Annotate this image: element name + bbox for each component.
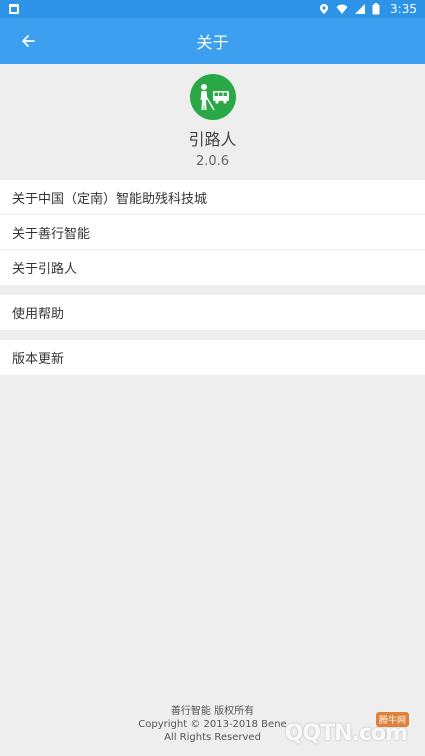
signal-icon: [354, 3, 366, 15]
blind-person-bus-icon: [200, 84, 229, 111]
about-city-item[interactable]: 关于中国（定南）智能助残科技城: [0, 180, 425, 215]
watermark: 腾牛网 QQTN.com: [267, 712, 417, 752]
about-shanxing-item[interactable]: 关于善行智能: [0, 215, 425, 250]
help-label: 使用帮助: [12, 307, 65, 322]
status-bar: 3:35: [0, 0, 425, 18]
version-update-item[interactable]: 版本更新: [0, 340, 425, 375]
app-name: 引路人: [188, 130, 237, 149]
back-button[interactable]: [12, 27, 44, 55]
about-city-label: 关于中国（定南）智能助残科技城: [12, 191, 208, 207]
help-group: 使用帮助: [0, 295, 425, 330]
status-time: 3:35: [390, 2, 417, 16]
watermark-text: QQTN.com: [284, 721, 408, 746]
app-bar: 关于: [0, 18, 425, 64]
about-app-label: 关于引路人: [12, 262, 78, 277]
app-version: 2.0.6: [195, 154, 230, 169]
version-update-label: 版本更新: [12, 352, 65, 367]
battery-icon: [372, 3, 384, 15]
back-arrow-icon: [22, 35, 35, 47]
app-info-header: 引路人 2.0.6: [0, 64, 425, 180]
app-logo: [189, 74, 236, 120]
help-item[interactable]: 使用帮助: [0, 295, 425, 330]
update-group: 版本更新: [0, 340, 425, 375]
about-links-group: 关于中国（定南）智能助残科技城 关于善行智能 关于引路人: [0, 180, 425, 285]
location-icon: [318, 3, 330, 15]
page-title: 关于: [196, 33, 229, 52]
wifi-icon: [336, 3, 348, 15]
about-shanxing-label: 关于善行智能: [12, 226, 91, 242]
notification-icon: [8, 3, 20, 15]
about-app-item[interactable]: 关于引路人: [0, 250, 425, 285]
